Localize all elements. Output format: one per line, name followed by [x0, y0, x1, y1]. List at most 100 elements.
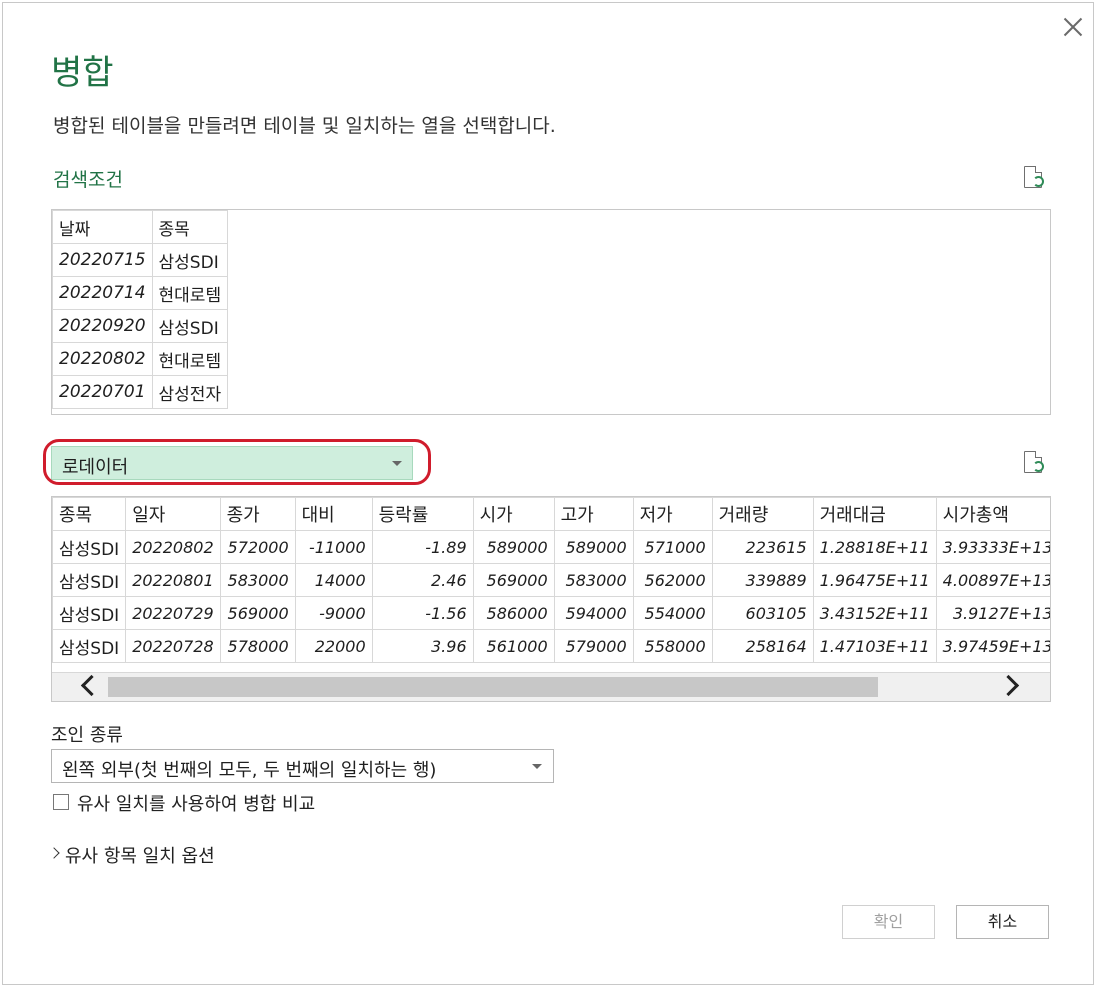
table-row: 20220920 삼성SDI	[52, 309, 229, 343]
table-cell: 578000	[219, 629, 296, 663]
join-kind-select[interactable]: 왼쪽 외부(첫 번째의 모두, 두 번째의 일치하는 행)	[51, 749, 554, 783]
table-cell: 586000	[472, 596, 555, 630]
column-header[interactable]: 일자	[125, 497, 221, 531]
table-cell: 20220802	[125, 530, 221, 564]
table-cell: 3.9127E+13	[935, 596, 1050, 630]
table-cell: 554000	[632, 596, 713, 630]
cancel-button[interactable]: 취소	[956, 905, 1049, 939]
close-icon[interactable]	[1061, 15, 1085, 39]
table-row: 삼성SDI 20220802 572000 -11000 -1.89 589000 5890…	[52, 530, 1050, 564]
column-header[interactable]: 대비	[294, 497, 373, 531]
table-row: 20220802 현대로템	[52, 342, 229, 376]
column-header[interactable]: 종목	[52, 497, 127, 531]
fuzzy-match-label: 유사 일치를 사용하여 병합 비교	[77, 794, 316, 815]
refresh-preview-icon-2[interactable]	[1022, 450, 1046, 476]
table-cell: 삼성SDI	[151, 309, 229, 343]
table-cell: 558000	[632, 629, 713, 663]
merge-dialog: 병합 병합된 테이블을 만들려면 테이블 및 일치하는 열을 선택합니다. 검색…	[2, 2, 1094, 985]
table-cell: 20220729	[125, 596, 221, 630]
table-cell: 20220801	[125, 563, 221, 597]
dialog-description: 병합된 테이블을 만들려면 테이블 및 일치하는 열을 선택합니다.	[53, 115, 556, 137]
table-cell: -9000	[294, 596, 373, 630]
table-cell: 579000	[553, 629, 634, 663]
table-cell: 583000	[219, 563, 296, 597]
table-row: 20220701 삼성전자	[52, 375, 229, 409]
table-cell: 20220802	[52, 342, 153, 376]
table-cell: 삼성SDI	[151, 243, 229, 277]
table-cell: 20220920	[52, 309, 153, 343]
table-cell: 583000	[553, 563, 634, 597]
first-table-name: 검색조건	[53, 169, 123, 191]
dialog-title: 병합	[51, 53, 114, 93]
table-cell: 20220701	[52, 375, 153, 409]
column-header[interactable]: 거래대금	[812, 497, 937, 531]
table-cell: 223615	[711, 530, 814, 564]
column-header[interactable]: 등락률	[371, 497, 474, 531]
refresh-preview-icon[interactable]	[1022, 165, 1046, 191]
table-cell: 1.96475E+11	[812, 563, 937, 597]
fuzzy-match-checkbox[interactable]	[53, 794, 69, 810]
ok-button[interactable]: 확인	[842, 905, 935, 939]
table-cell: -11000	[294, 530, 373, 564]
table-cell: 569000	[219, 596, 296, 630]
table-cell: 22000	[294, 629, 373, 663]
table-cell: 3.97459E+13	[935, 629, 1050, 663]
table-row: 삼성SDI 20220728 578000 22000 3.96 561000 579000…	[52, 629, 1050, 663]
chevron-right-icon[interactable]	[48, 847, 60, 859]
fuzzy-options-expander[interactable]: 유사 항목 일치 옵션	[65, 842, 215, 868]
column-header[interactable]: 날짜	[52, 210, 153, 244]
table-row: 삼성SDI 20220801 583000 14000 2.46 569000 583000…	[52, 563, 1050, 597]
first-table-preview: 날짜 종목 20220715 삼성SDI 20220714 현대로템 20220920 삼성…	[51, 209, 1051, 415]
table-cell: 3.43152E+11	[812, 596, 937, 630]
table-cell: -1.89	[371, 530, 474, 564]
chevron-down-icon	[392, 461, 402, 466]
table-cell: 589000	[553, 530, 634, 564]
table-row: 20220714 현대로템	[52, 276, 229, 310]
column-header[interactable]: 종가	[219, 497, 296, 531]
table-cell: 14000	[294, 563, 373, 597]
table-cell: 3.96	[371, 629, 474, 663]
second-table-preview: 종목 일자 종가 대비 등락률 시가 고가 저가 거래량 거래대금 시가총액 삼성SDI 202208…	[51, 496, 1051, 702]
table-cell: 571000	[632, 530, 713, 564]
table-cell: 594000	[553, 596, 634, 630]
table-cell: 2.46	[371, 563, 474, 597]
column-header[interactable]: 시가	[472, 497, 555, 531]
table-cell: 20220728	[125, 629, 221, 663]
table-cell: 20220715	[52, 243, 153, 277]
table-cell: 603105	[711, 596, 814, 630]
table-row: 삼성SDI 20220729 569000 -9000 -1.56 586000 59400…	[52, 596, 1050, 630]
table-cell: 4.00897E+13	[935, 563, 1050, 597]
table-cell: 561000	[472, 629, 555, 663]
column-header[interactable]: 고가	[553, 497, 634, 531]
table-cell: 1.28818E+11	[812, 530, 937, 564]
table-cell: 현대로템	[151, 276, 229, 310]
column-header[interactable]: 시가총액	[935, 497, 1050, 531]
horizontal-scrollbar[interactable]	[52, 672, 1050, 701]
first-table-grid: 날짜 종목 20220715 삼성SDI 20220714 현대로템 20220920 삼성…	[52, 210, 229, 409]
table-cell: 현대로템	[151, 342, 229, 376]
scroll-left-icon[interactable]	[80, 674, 103, 697]
column-header[interactable]: 거래량	[711, 497, 814, 531]
scroll-right-icon[interactable]	[997, 674, 1020, 697]
column-header[interactable]: 종목	[151, 210, 229, 244]
table-cell: 339889	[711, 563, 814, 597]
table-cell: 562000	[632, 563, 713, 597]
scrollbar-thumb[interactable]	[108, 677, 878, 697]
table-cell: -1.56	[371, 596, 474, 630]
table-cell: 삼성전자	[151, 375, 229, 409]
table-cell: 569000	[472, 563, 555, 597]
table-row: 20220715 삼성SDI	[52, 243, 229, 277]
column-header[interactable]: 저가	[632, 497, 713, 531]
table-cell: 20220714	[52, 276, 153, 310]
table-cell: 572000	[219, 530, 296, 564]
second-table-dropdown[interactable]: 로데이터	[51, 446, 413, 480]
table-cell: 삼성SDI	[52, 530, 127, 564]
table-cell: 3.93333E+13	[935, 530, 1050, 564]
table-cell: 삼성SDI	[52, 629, 127, 663]
table-cell: 삼성SDI	[52, 596, 127, 630]
join-kind-label: 조인 종류	[51, 725, 123, 746]
table-cell: 1.47103E+11	[812, 629, 937, 663]
second-table-selected: 로데이터	[62, 457, 129, 478]
join-kind-selected: 왼쪽 외부(첫 번째의 모두, 두 번째의 일치하는 행)	[62, 760, 437, 781]
table-cell: 589000	[472, 530, 555, 564]
